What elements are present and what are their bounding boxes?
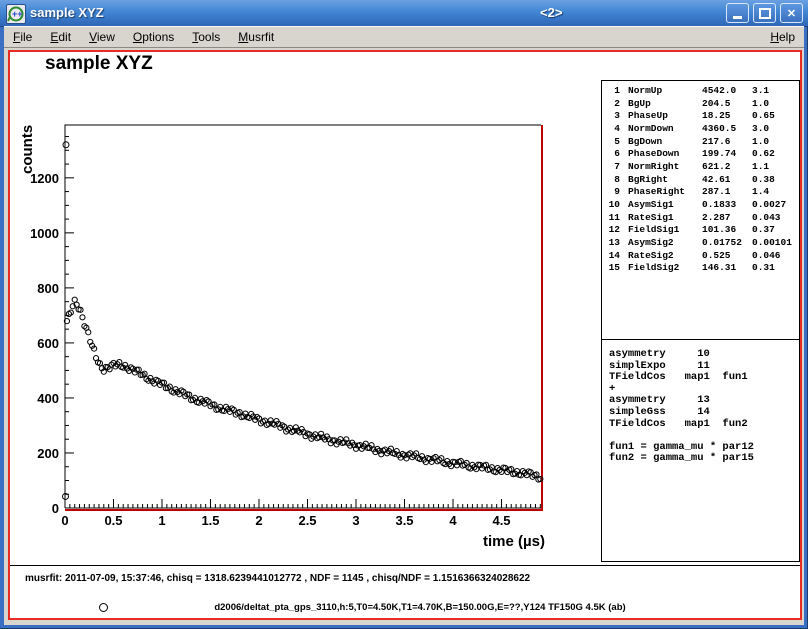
parameter-row: 12FieldSig1101.360.37	[602, 224, 799, 237]
maximize-icon	[759, 8, 771, 19]
parameter-row: 14RateSig20.5250.046	[602, 250, 799, 263]
menu-item-options[interactable]: Options	[124, 28, 183, 46]
close-button[interactable]: ✕	[780, 3, 803, 23]
maximize-button[interactable]	[753, 3, 776, 23]
menu-item-musrfit[interactable]: Musrfit	[229, 28, 283, 46]
fit-parameter-table: 1NormUp4542.03.12BgUp204.51.03PhaseUp18.…	[601, 80, 800, 340]
menu-item-edit[interactable]: Edit	[41, 28, 80, 46]
menubar: FileEditViewOptionsToolsMusrfit Help	[4, 26, 804, 48]
menu-item-file[interactable]: File	[4, 28, 41, 46]
y-tick-label: 0	[52, 501, 59, 516]
close-icon: ✕	[787, 7, 796, 20]
menu-item-view[interactable]: View	[80, 28, 124, 46]
minimize-icon	[733, 16, 742, 19]
x-axis-title: time (µs)	[483, 533, 545, 550]
parameter-row: 7NormRight621.21.1	[602, 161, 799, 174]
svg-text:++: ++	[12, 9, 23, 19]
theory-box: asymmetry 10 simplExpo 11 TFieldCos map1…	[601, 339, 800, 562]
theory-text: asymmetry 10 simplExpo 11 TFieldCos map1…	[609, 349, 754, 465]
y-tick-label: 600	[37, 336, 59, 351]
y-tick-label: 200	[37, 446, 59, 461]
parameter-row: 10AsymSig10.18330.0027	[602, 199, 799, 212]
x-tick-label: 3	[352, 513, 359, 528]
x-tick-label: 2	[255, 513, 262, 528]
parameter-row: 15FieldSig2146.310.31	[602, 262, 799, 275]
x-tick-label: 1.5	[201, 513, 219, 528]
parameter-row: 6PhaseDown199.740.62	[602, 148, 799, 161]
data-point	[63, 142, 69, 148]
run-legend-marker-icon	[99, 603, 108, 612]
fit-statistics-line: musrfit: 2011-07-09, 15:37:46, chisq = 1…	[25, 573, 530, 584]
minimize-button[interactable]	[726, 3, 749, 23]
y-axis-title: counts	[19, 125, 36, 174]
parameter-row: 5BgDown217.61.0	[602, 136, 799, 149]
data-point	[80, 315, 85, 320]
x-tick-label: 3.5	[395, 513, 413, 528]
footer-separator	[10, 565, 800, 566]
parameter-row: 13AsymSig20.017520.00101	[602, 237, 799, 250]
parameter-row: 1NormUp4542.03.1	[602, 85, 799, 98]
run-legend-text: d2006/deltat_pta_gps_3110,h:5,T0=4.50K,T…	[214, 602, 625, 613]
data-point	[72, 297, 77, 302]
parameter-row: 11RateSig12.2870.043	[602, 212, 799, 225]
parameter-row: 2BgUp204.51.0	[602, 98, 799, 111]
y-tick-label: 400	[37, 391, 59, 406]
y-tick-label: 800	[37, 281, 59, 296]
window-title: sample XYZ	[30, 5, 104, 20]
data-point	[86, 330, 91, 335]
parameter-row: 8BgRight42.610.38	[602, 174, 799, 187]
titlebar[interactable]: ++ sample XYZ <2> ✕	[0, 0, 808, 27]
x-tick-label: 0.5	[104, 513, 122, 528]
app-icon: ++	[6, 4, 26, 24]
root-canvas[interactable]: 00.511.522.533.544.502004006008001000120…	[8, 50, 802, 620]
y-tick-label: 1000	[30, 226, 59, 241]
menu-item-help[interactable]: Help	[761, 28, 804, 46]
parameter-row: 9PhaseRight287.11.4	[602, 186, 799, 199]
x-tick-label: 1	[158, 513, 165, 528]
x-tick-label: 4	[449, 513, 457, 528]
x-tick-label: 4.5	[492, 513, 510, 528]
app-window: ++ sample XYZ <2> ✕ FileEditViewOptionsT…	[0, 0, 808, 629]
parameter-row: 4NormDown4360.53.0	[602, 123, 799, 136]
window-title-center: <2>	[540, 5, 562, 20]
x-tick-label: 2.5	[298, 513, 316, 528]
parameter-row: 3PhaseUp18.250.65	[602, 110, 799, 123]
plot-title: sample XYZ	[45, 53, 153, 75]
menu-item-tools[interactable]: Tools	[183, 28, 229, 46]
x-tick-label: 0	[61, 513, 68, 528]
window-controls: ✕	[726, 3, 803, 23]
